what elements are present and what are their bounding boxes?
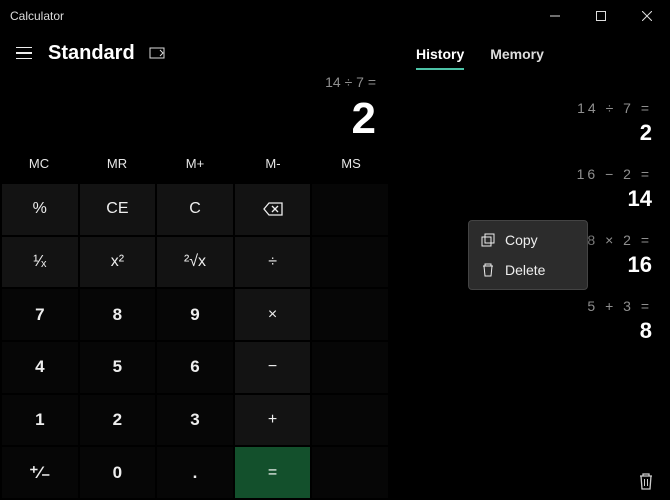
history-item[interactable]: 16 − 2 = 14 — [390, 166, 652, 212]
copy-icon — [481, 233, 495, 247]
divide-button[interactable]: ÷ — [235, 237, 311, 288]
digit-3[interactable]: 3 — [157, 395, 233, 446]
calculator-panel: Standard 14 ÷ 7 = 2 MC MR M+ M- MS % CE … — [0, 32, 390, 500]
decimal-button[interactable]: . — [157, 447, 233, 498]
square-button[interactable]: x² — [80, 237, 156, 288]
history-expression: 5 + 3 = — [390, 298, 652, 314]
mode-label: Standard — [48, 42, 135, 65]
subtract-button[interactable]: − — [235, 342, 311, 393]
context-delete[interactable]: Delete — [469, 255, 587, 285]
percent-button[interactable]: % — [2, 184, 78, 235]
tab-history[interactable]: History — [416, 46, 464, 70]
history-item[interactable]: 5 + 3 = 8 — [390, 298, 652, 344]
history-item[interactable]: 14 ÷ 7 = 2 — [390, 100, 652, 146]
digit-4[interactable]: 4 — [2, 342, 78, 393]
minimize-button[interactable] — [532, 0, 578, 32]
close-button[interactable] — [624, 0, 670, 32]
memory-add[interactable]: M+ — [156, 150, 234, 182]
side-panel: History Memory 14 ÷ 7 = 2 16 − 2 = 14 8 … — [390, 32, 670, 500]
context-menu: Copy Delete — [468, 220, 588, 290]
digit-2[interactable]: 2 — [80, 395, 156, 446]
context-copy-label: Copy — [505, 232, 538, 248]
result-display: 2 — [0, 94, 390, 150]
digit-5[interactable]: 5 — [80, 342, 156, 393]
square-root-button[interactable]: ²√x — [157, 237, 233, 288]
maximize-button[interactable] — [578, 0, 624, 32]
context-delete-label: Delete — [505, 262, 545, 278]
equals-button[interactable]: = — [235, 447, 311, 498]
keep-on-top-icon[interactable] — [149, 45, 165, 61]
app-title: Calculator — [10, 9, 64, 23]
empty-slot — [312, 395, 388, 446]
clear-history-button[interactable] — [638, 472, 654, 490]
history-result: 8 — [390, 318, 652, 344]
memory-recall[interactable]: MR — [78, 150, 156, 182]
clear-button[interactable]: C — [157, 184, 233, 235]
empty-slot — [312, 447, 388, 498]
memory-clear[interactable]: MC — [0, 150, 78, 182]
expression-display: 14 ÷ 7 = — [0, 74, 390, 94]
context-copy[interactable]: Copy — [469, 225, 587, 255]
title-bar: Calculator — [0, 0, 670, 32]
add-button[interactable]: + — [235, 395, 311, 446]
backspace-icon — [263, 202, 283, 216]
history-result: 14 — [390, 186, 652, 212]
negate-button[interactable]: ⁺⁄₋ — [2, 447, 78, 498]
trash-icon — [481, 263, 495, 277]
empty-slot — [312, 237, 388, 288]
digit-7[interactable]: 7 — [2, 289, 78, 340]
history-expression: 16 − 2 = — [390, 166, 652, 182]
history-list: 14 ÷ 7 = 2 16 − 2 = 14 8 × 2 = 16 5 + 3 … — [390, 80, 670, 344]
backspace-button[interactable] — [235, 184, 311, 235]
memory-subtract[interactable]: M- — [234, 150, 312, 182]
tab-memory[interactable]: Memory — [490, 46, 544, 70]
digit-6[interactable]: 6 — [157, 342, 233, 393]
empty-slot — [312, 342, 388, 393]
clear-entry-button[interactable]: CE — [80, 184, 156, 235]
menu-icon[interactable] — [14, 47, 34, 60]
memory-store[interactable]: MS — [312, 150, 390, 182]
multiply-button[interactable]: × — [235, 289, 311, 340]
history-result: 2 — [390, 120, 652, 146]
reciprocal-button[interactable]: ¹⁄ₓ — [2, 237, 78, 288]
history-expression: 14 ÷ 7 = — [390, 100, 652, 116]
digit-1[interactable]: 1 — [2, 395, 78, 446]
digit-0[interactable]: 0 — [80, 447, 156, 498]
digit-9[interactable]: 9 — [157, 289, 233, 340]
empty-slot — [312, 184, 388, 235]
digit-8[interactable]: 8 — [80, 289, 156, 340]
empty-slot — [312, 289, 388, 340]
